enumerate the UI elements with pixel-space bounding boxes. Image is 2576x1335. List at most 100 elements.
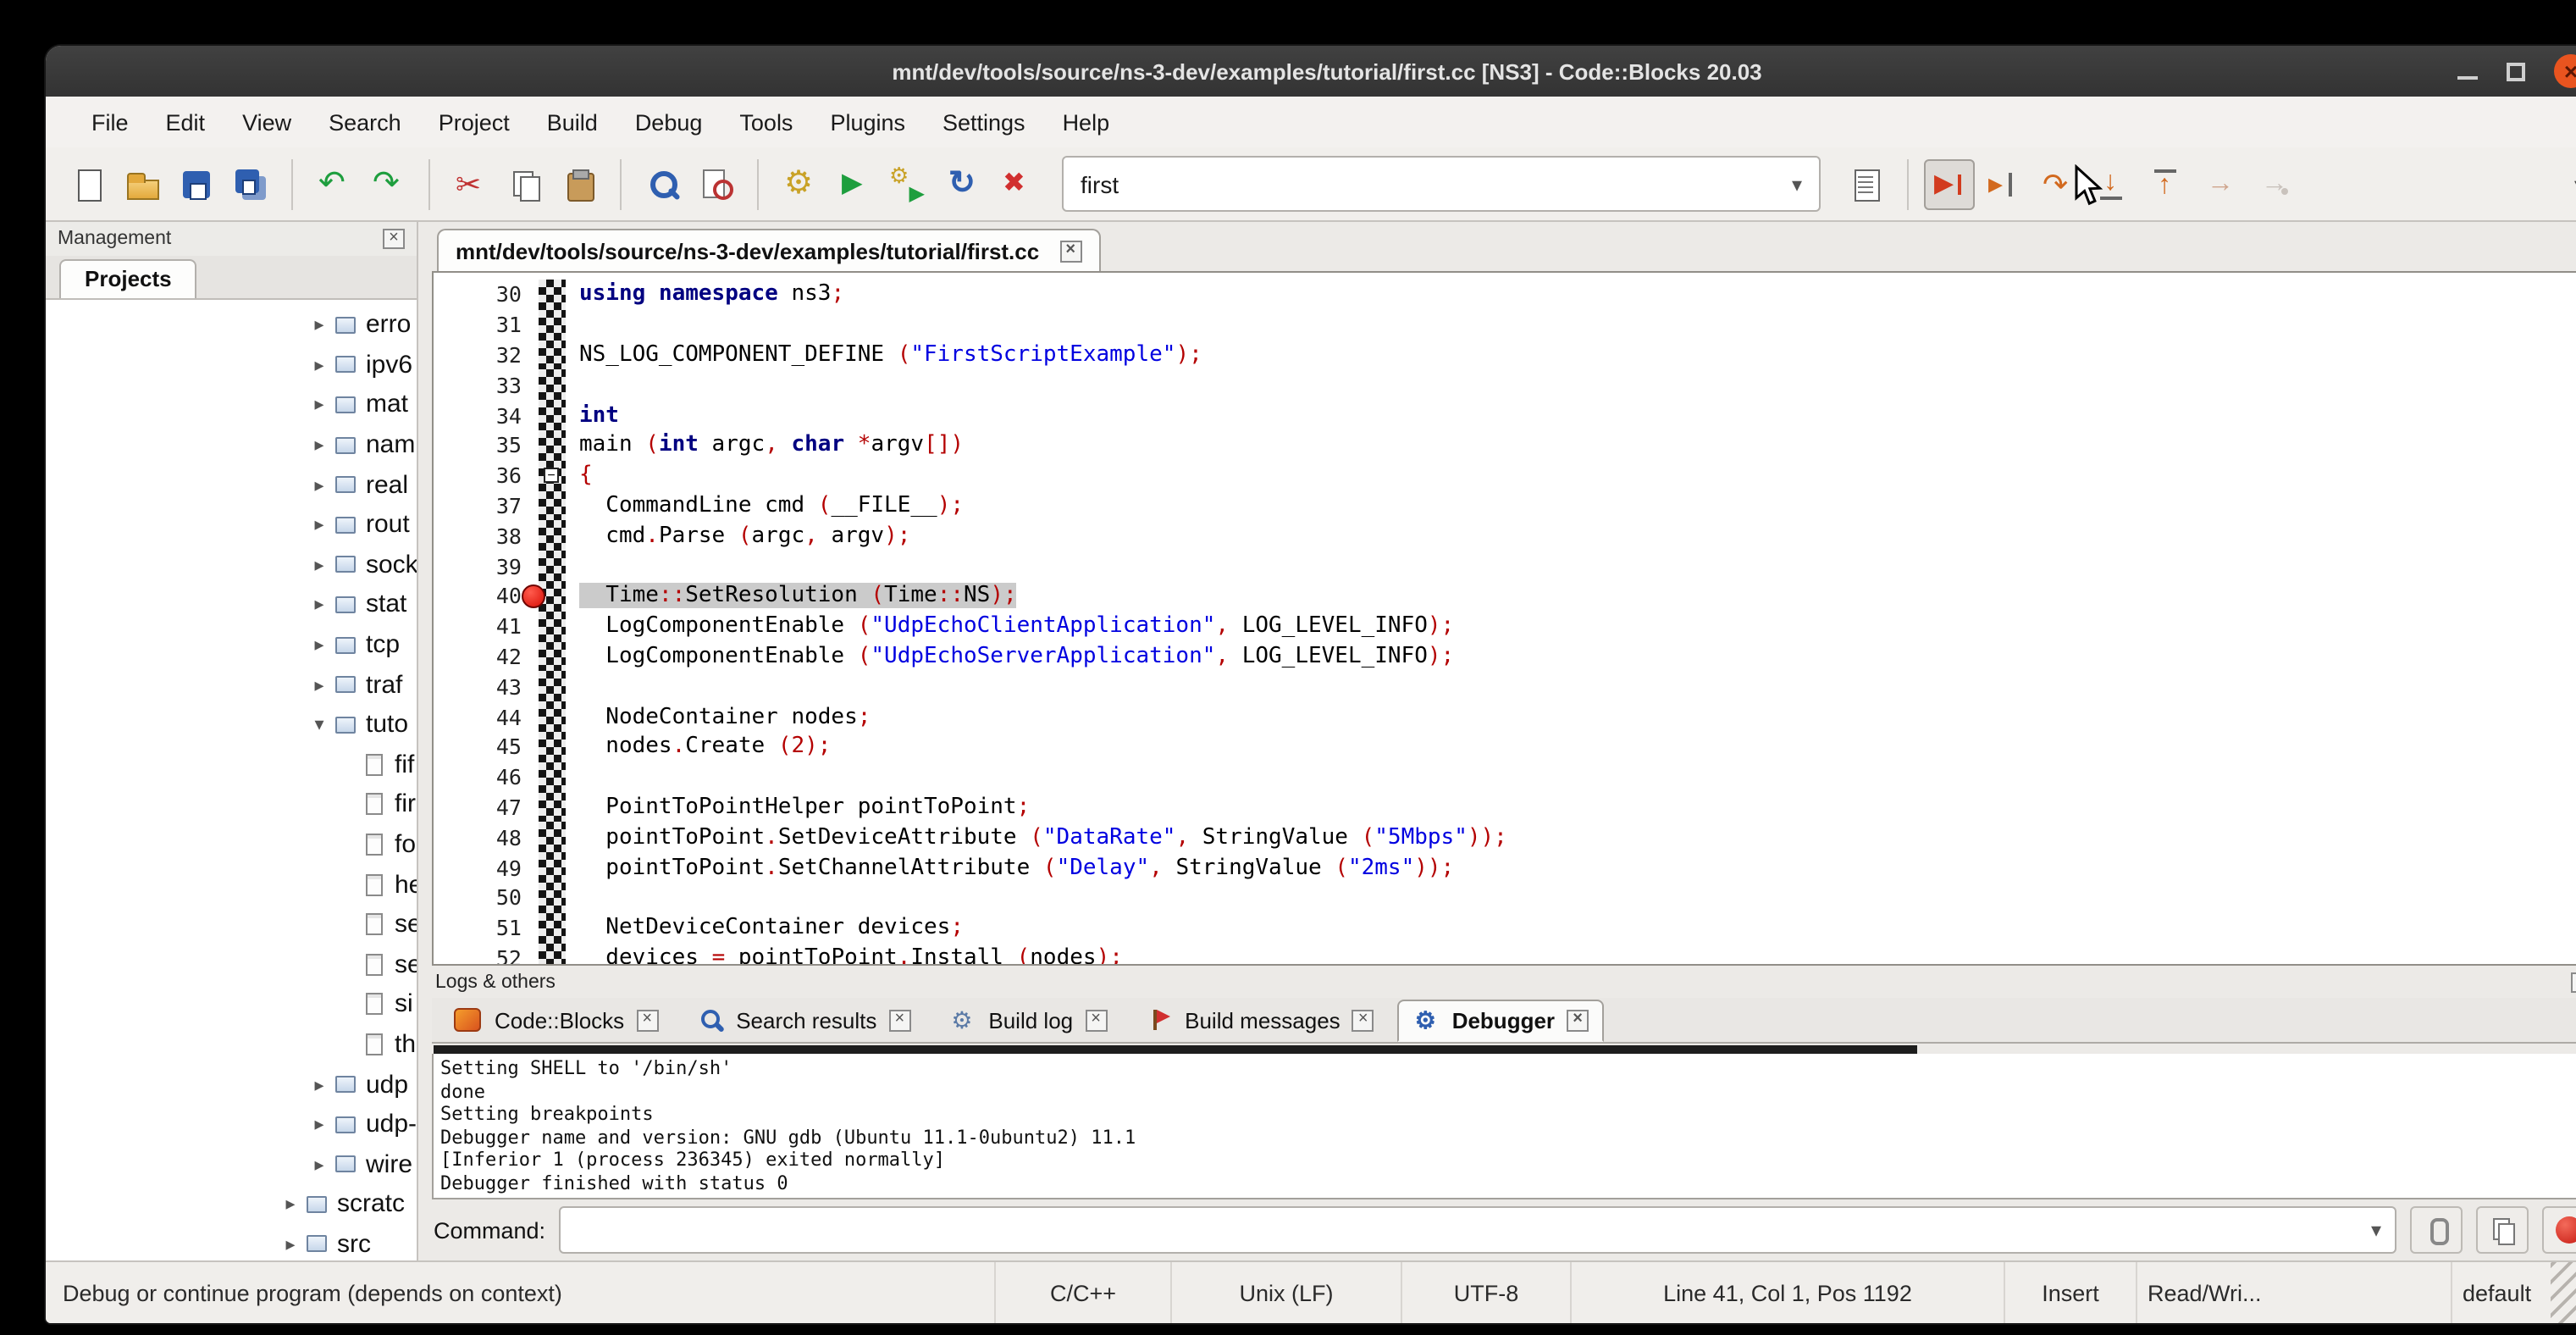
- code-line-36[interactable]: 36{−: [434, 461, 2576, 491]
- minimize-icon[interactable]: [2457, 76, 2478, 80]
- build-button[interactable]: [774, 158, 825, 209]
- tree-chevron-icon[interactable]: ▸: [307, 314, 332, 336]
- code-line-51[interactable]: 51 NetDeviceContainer devices;: [434, 912, 2576, 943]
- tab-projects[interactable]: Projects: [59, 259, 197, 298]
- code-line-39[interactable]: 39: [434, 551, 2576, 581]
- code-line-35[interactable]: 35main (int argc, char *argv[]): [434, 430, 2576, 461]
- breakpoint-margin[interactable]: [539, 551, 566, 581]
- breakpoint-margin[interactable]: [539, 310, 566, 341]
- tree-item-tcp[interactable]: ▸tcp: [46, 625, 417, 665]
- paste-button[interactable]: [554, 158, 605, 209]
- menu-project[interactable]: Project: [420, 97, 528, 147]
- close-icon[interactable]: ×: [2554, 54, 2576, 88]
- code-line-31[interactable]: 31: [434, 310, 2576, 341]
- tree-chevron-icon[interactable]: ▸: [307, 673, 332, 695]
- save-file-button[interactable]: [171, 158, 222, 209]
- tree-chevron-icon[interactable]: ▾: [307, 713, 332, 735]
- breakpoint-margin[interactable]: [539, 823, 566, 853]
- run-to-cursor-button[interactable]: [1978, 158, 2029, 209]
- tab-build-messages[interactable]: Build messages×: [1130, 999, 1390, 1041]
- tab-debugger[interactable]: Debugger×: [1398, 999, 1604, 1041]
- menu-settings[interactable]: Settings: [924, 97, 1044, 147]
- tree-item-real[interactable]: ▸real: [46, 465, 417, 505]
- tab-search-results[interactable]: Search results×: [682, 999, 926, 1041]
- breakpoint-margin[interactable]: [539, 701, 566, 732]
- next-instruction-button[interactable]: [2195, 158, 2246, 209]
- breakpoint-margin[interactable]: [539, 612, 566, 642]
- tab-close-icon[interactable]: ×: [1567, 1009, 1589, 1031]
- tree-chevron-icon[interactable]: ▸: [307, 474, 332, 496]
- tab-build-log[interactable]: Build log×: [934, 999, 1122, 1041]
- menu-build[interactable]: Build: [528, 97, 616, 147]
- log-scrollbar[interactable]: [434, 1045, 1917, 1054]
- open-file-button[interactable]: [117, 158, 168, 209]
- tree-chevron-icon[interactable]: ▸: [278, 1194, 303, 1216]
- menu-help[interactable]: Help: [1044, 97, 1129, 147]
- code-line-32[interactable]: 32NS_LOG_COMPONENT_DEFINE ("FirstScriptE…: [434, 340, 2576, 370]
- tree-chevron-icon[interactable]: ▸: [307, 434, 332, 456]
- undo-button[interactable]: [308, 158, 359, 209]
- breakpoint-margin[interactable]: [539, 430, 566, 461]
- code-line-44[interactable]: 44 NodeContainer nodes;: [434, 701, 2576, 732]
- tree-item-nam[interactable]: ▸nam: [46, 425, 417, 465]
- code-line-40[interactable]: 40 Time::SetResolution (Time::NS);: [434, 581, 2576, 612]
- tree-chevron-icon[interactable]: ▸: [307, 1073, 332, 1095]
- breakpoint-margin[interactable]: [539, 883, 566, 913]
- stop-debugger-button[interactable]: [2542, 1206, 2576, 1254]
- run-button[interactable]: [828, 158, 879, 209]
- debug-continue-button[interactable]: [1924, 158, 1975, 209]
- debugger-log-output[interactable]: Setting SHELL to '/bin/sh'doneSetting br…: [432, 1054, 2576, 1199]
- chevron-down-icon[interactable]: ▾: [1792, 172, 1802, 196]
- tree-item-sock[interactable]: ▸sock: [46, 545, 417, 584]
- editor-tab-first-cc[interactable]: mnt/dev/tools/source/ns-3-dev/examples/t…: [437, 229, 1100, 271]
- code-line-46[interactable]: 46: [434, 762, 2576, 793]
- abort-build-button[interactable]: [991, 158, 1042, 209]
- editor-tab-close-icon[interactable]: ×: [1059, 240, 1081, 262]
- code-line-47[interactable]: 47 PointToPointHelper pointToPoint;: [434, 792, 2576, 823]
- code-line-50[interactable]: 50: [434, 883, 2576, 913]
- breakpoint-margin[interactable]: [539, 280, 566, 310]
- code-line-41[interactable]: 41 LogComponentEnable ("UdpEchoClientApp…: [434, 612, 2576, 642]
- menu-tools[interactable]: Tools: [721, 97, 811, 147]
- breakpoint-margin[interactable]: [539, 852, 566, 883]
- tree-chevron-icon[interactable]: ▸: [307, 394, 332, 416]
- build-and-run-button[interactable]: [882, 158, 933, 209]
- breakpoint-margin[interactable]: [539, 672, 566, 702]
- breakpoint-margin[interactable]: [539, 400, 566, 430]
- breakpoint-margin[interactable]: [539, 792, 566, 823]
- maximize-icon[interactable]: [2507, 62, 2525, 80]
- breakpoint-margin[interactable]: [539, 732, 566, 762]
- find-button[interactable]: [637, 158, 688, 209]
- tree-chevron-icon[interactable]: ▸: [307, 554, 332, 576]
- save-all-button[interactable]: [225, 158, 276, 209]
- build-target-combobox[interactable]: first ▾: [1062, 156, 1821, 212]
- code-line-33[interactable]: 33: [434, 370, 2576, 401]
- new-file-button[interactable]: [63, 158, 113, 209]
- titlebar[interactable]: mnt/dev/tools/source/ns-3-dev/examples/t…: [46, 46, 2576, 97]
- code-line-37[interactable]: 37 CommandLine cmd (__FILE__);: [434, 490, 2576, 521]
- tree-chevron-icon[interactable]: ▸: [307, 514, 332, 536]
- tree-item-udp[interactable]: ▸udp: [46, 1065, 417, 1105]
- tab-close-icon[interactable]: ×: [636, 1009, 658, 1031]
- management-close-icon[interactable]: ×: [383, 229, 405, 249]
- tree-item-src[interactable]: ▸src: [46, 1224, 417, 1260]
- attach-button[interactable]: [2410, 1206, 2463, 1254]
- projects-tree[interactable]: ▸erro▸ipv6▸mat▸nam▸real▸rout▸sock▸stat▸t…: [46, 300, 417, 1260]
- breakpoint-margin[interactable]: [539, 762, 566, 793]
- tree-item-mat[interactable]: ▸mat: [46, 385, 417, 424]
- menu-plugins[interactable]: Plugins: [811, 97, 924, 147]
- step-into-instruction-button[interactable]: [2249, 158, 2300, 209]
- redo-button[interactable]: [362, 158, 413, 209]
- tree-item-fif[interactable]: fif: [46, 745, 417, 784]
- logs-close-icon[interactable]: ×: [2571, 972, 2576, 992]
- code-line-34[interactable]: 34int: [434, 400, 2576, 430]
- tree-chevron-icon[interactable]: ▸: [278, 1233, 303, 1255]
- tree-chevron-icon[interactable]: ▸: [307, 1113, 332, 1135]
- code-line-45[interactable]: 45 nodes.Create (2);: [434, 732, 2576, 762]
- breakpoint-margin[interactable]: [539, 490, 566, 521]
- tree-item-rout[interactable]: ▸rout: [46, 505, 417, 545]
- code-line-52[interactable]: 52 devices = pointToPoint.Install (nodes…: [434, 943, 2576, 966]
- tree-item-se[interactable]: se: [46, 905, 417, 944]
- menu-search[interactable]: Search: [310, 97, 420, 147]
- breakpoint-margin[interactable]: [539, 340, 566, 370]
